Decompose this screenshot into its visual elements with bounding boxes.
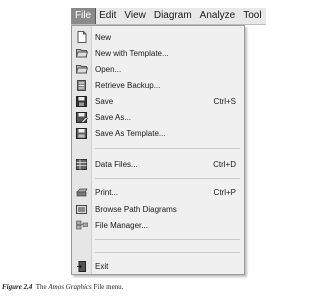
menu-item-save[interactable]: Save Ctrl+S bbox=[72, 93, 244, 109]
menu-item-label: Data Files... bbox=[95, 159, 138, 169]
menu-file[interactable]: File bbox=[71, 8, 97, 24]
file-dropdown-menu: New New with Template... Open... Retriev… bbox=[71, 25, 245, 275]
menu-item-label: Open... bbox=[95, 64, 122, 74]
menu-item-data-files[interactable]: Data Files... Ctrl+D bbox=[72, 156, 244, 172]
menu-item-label: File Manager... bbox=[95, 220, 148, 230]
caption-text-pre: The bbox=[32, 283, 49, 291]
print-icon bbox=[72, 187, 91, 197]
menu-separator bbox=[95, 178, 240, 179]
menu-item-open[interactable]: Open... bbox=[72, 61, 244, 77]
menu-item-label: New with Template... bbox=[95, 48, 169, 58]
new-file-icon bbox=[72, 31, 91, 43]
menu-diagram[interactable]: Diagram bbox=[150, 8, 196, 24]
menu-item-new-with-template[interactable]: New with Template... bbox=[72, 45, 244, 61]
menu-separator bbox=[95, 252, 240, 253]
menu-item-label: Exit bbox=[95, 261, 109, 271]
menu-item-shortcut: Ctrl+D bbox=[213, 159, 236, 169]
browse-icon bbox=[72, 204, 91, 214]
menu-view[interactable]: View bbox=[120, 8, 150, 24]
menu-item-label: New bbox=[95, 32, 112, 42]
menu-item-save-as[interactable]: Save As... bbox=[72, 109, 244, 125]
menu-item-label: Browse Path Diagrams bbox=[95, 204, 177, 214]
caption-text-post: File menu. bbox=[91, 283, 124, 291]
menu-item-new[interactable]: New bbox=[72, 29, 244, 45]
data-files-icon bbox=[72, 158, 91, 170]
menu-tools[interactable]: Tool bbox=[239, 8, 265, 24]
file-manager-icon bbox=[72, 220, 91, 230]
menu-item-label: Save As Template... bbox=[95, 128, 166, 138]
exit-icon bbox=[72, 260, 91, 272]
folder-open-icon bbox=[72, 48, 91, 58]
menu-item-browse-path-diagrams[interactable]: Browse Path Diagrams bbox=[72, 201, 244, 217]
menu-separator bbox=[95, 239, 240, 240]
save-icon bbox=[72, 95, 91, 107]
menu-item-shortcut: Ctrl+S bbox=[213, 96, 236, 106]
menu-item-label: Retrieve Backup... bbox=[95, 80, 161, 90]
figure-number: Figure 2.4 bbox=[2, 283, 33, 291]
menu-item-exit[interactable]: Exit bbox=[72, 258, 244, 274]
save-as-icon bbox=[72, 111, 91, 123]
menu-edit[interactable]: Edit bbox=[95, 8, 120, 24]
menu-item-label: Save bbox=[95, 96, 114, 106]
menu-item-label: Save As... bbox=[95, 112, 132, 122]
menu-separator bbox=[95, 148, 240, 149]
menu-item-save-as-template[interactable]: Save As Template... bbox=[72, 125, 244, 141]
menu-item-print[interactable]: Print... Ctrl+P bbox=[72, 184, 244, 200]
backup-icon bbox=[72, 79, 91, 91]
menu-item-retrieve-backup[interactable]: Retrieve Backup... bbox=[72, 77, 244, 93]
menu-bar: File Edit View Diagram Analyze Tool bbox=[71, 8, 266, 25]
menu-item-shortcut: Ctrl+P bbox=[213, 187, 236, 197]
menu-analyze[interactable]: Analyze bbox=[196, 8, 240, 24]
figure-caption: Figure 2.4 The Amos Graphics File menu. bbox=[2, 283, 123, 291]
folder-open-icon bbox=[72, 64, 91, 74]
save-template-icon bbox=[72, 127, 91, 139]
menu-item-label: Print... bbox=[95, 187, 119, 197]
menu-item-file-manager[interactable]: File Manager... bbox=[72, 217, 244, 233]
caption-app-name: Amos Graphics bbox=[48, 283, 92, 291]
